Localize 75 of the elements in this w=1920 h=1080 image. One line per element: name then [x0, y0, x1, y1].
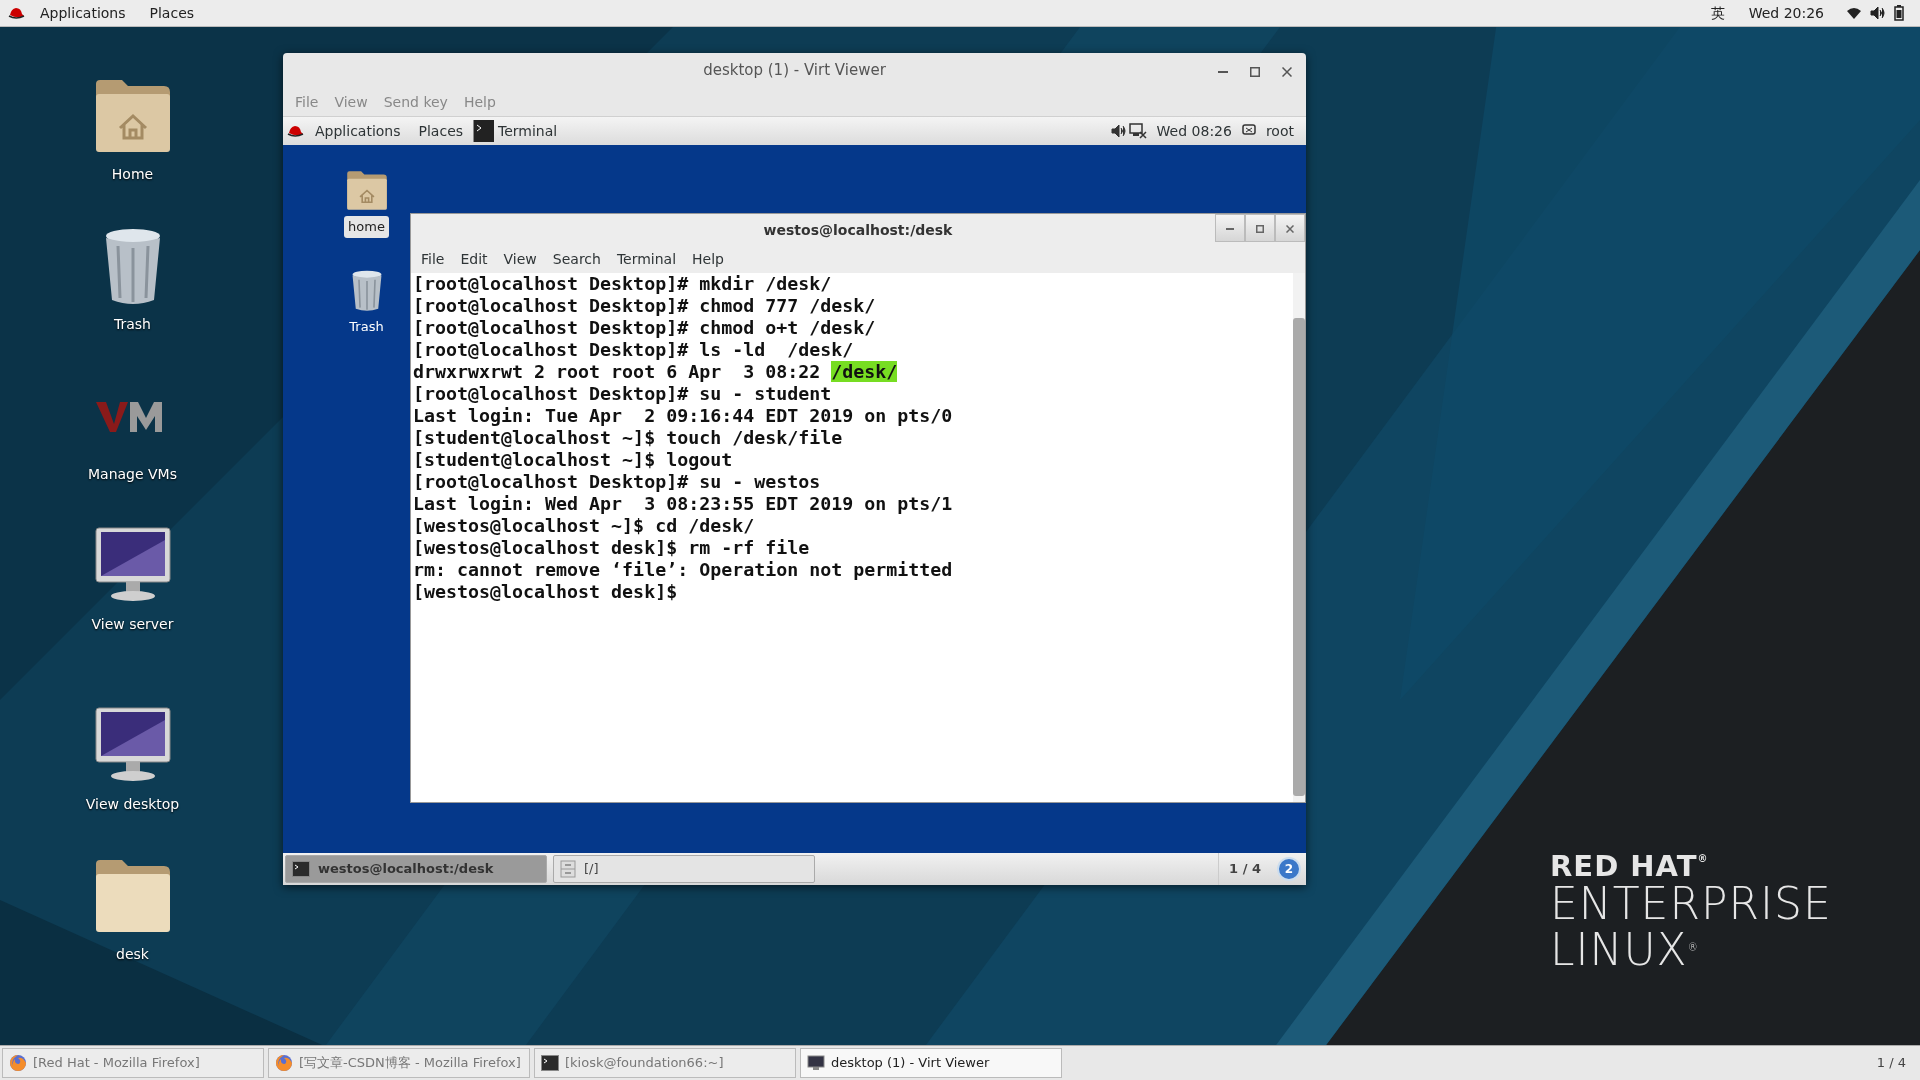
- menu-item[interactable]: Places: [410, 120, 472, 142]
- volume-icon: [1870, 6, 1886, 20]
- terminal-line: drwxrwxrwt 2 root root 6 Apr 3 08:22 /desk/: [413, 361, 898, 383]
- menu-item[interactable]: Applications: [307, 120, 409, 142]
- menu-item[interactable]: Applications: [30, 0, 136, 26]
- minimize-icon: [1218, 70, 1228, 73]
- close-icon: [1286, 224, 1294, 233]
- taskbar-item[interactable]: Terminal: [473, 120, 564, 142]
- taskbar-item[interactable]: [kiosk@foundation66:~]: [534, 1048, 796, 1078]
- terminal-icon: [541, 1055, 559, 1071]
- user-icon: [1241, 124, 1256, 138]
- notification-count[interactable]: 2: [1277, 857, 1301, 881]
- maximize-icon: [1250, 66, 1260, 77]
- taskbar-item[interactable]: westos@localhost:/desk: [285, 855, 547, 883]
- globe-icon: [9, 1054, 27, 1072]
- taskbar-item[interactable]: [写文章-CSDN博客 - Mozilla Firefox]: [268, 1048, 530, 1078]
- terminal-icon: [292, 861, 310, 877]
- icon-label[interactable]: Home: [111, 164, 154, 185]
- close-icon: [1282, 66, 1292, 77]
- icon-label[interactable]: Trash: [345, 316, 388, 338]
- menu-item[interactable]: Search: [544, 249, 609, 270]
- maximize-button[interactable]: [1245, 214, 1275, 242]
- taskbar-item[interactable]: [/]: [553, 855, 815, 883]
- taskbar-item[interactable]: [Red Hat - Mozilla Firefox]: [2, 1048, 264, 1078]
- icon-label[interactable]: Trash: [114, 314, 151, 335]
- terminal-line: [root@localhost Desktop]# chmod 777 /desk/: [413, 295, 876, 317]
- terminal-line: [root@localhost Desktop]# su - westos: [413, 471, 821, 493]
- hat-icon: [8, 5, 26, 21]
- terminal-line: [student@localhost ~]$ touch /desk/file: [413, 427, 843, 449]
- terminal-line: [root@localhost Desktop]# ls -ld /desk/: [413, 339, 854, 361]
- window-title: desktop (1) - Virt Viewer: [703, 60, 886, 82]
- icon-label[interactable]: View desktop: [85, 794, 180, 815]
- terminal-line: [root@localhost Desktop]# su - student: [413, 383, 832, 405]
- scrollbar-thumb[interactable]: [1293, 318, 1305, 796]
- menu-item[interactable]: File: [413, 249, 453, 270]
- icon-label[interactable]: home: [344, 216, 389, 238]
- cabinet-icon: [560, 860, 576, 878]
- terminal-line: [westos@localhost desk]$ rm -rf file: [413, 537, 810, 559]
- maximize-icon: [1256, 224, 1264, 233]
- logo-text: ENTERPRISE: [1550, 880, 1832, 927]
- logo-text: RED HAT$^{®}$: [1550, 851, 1710, 881]
- terminal-line: rm: cannot remove ‘file’: Operation not permitted: [413, 559, 953, 581]
- monitor-icon: [807, 1054, 825, 1072]
- volume-icon: [1110, 124, 1127, 138]
- wifi-icon: [1846, 6, 1862, 20]
- icon-label[interactable]: Manage VMs: [88, 464, 177, 485]
- terminal-line: [student@localhost ~]$ logout: [413, 449, 733, 471]
- minimize-icon: [1226, 227, 1234, 230]
- globe-icon: [275, 1054, 293, 1072]
- clock[interactable]: Wed 08:26: [1148, 120, 1240, 142]
- network-icon: [1128, 123, 1147, 139]
- terminal-line: [westos@localhost desk]$: [413, 581, 678, 603]
- taskbar-item[interactable]: desktop (1) - Virt Viewer: [800, 1048, 1062, 1078]
- terminal-line: [westos@localhost ~]$ cd /desk/: [413, 515, 755, 537]
- menu-item[interactable]: Help: [684, 249, 732, 270]
- window-title: westos@localhost:/desk: [763, 220, 953, 240]
- workspace-indicator[interactable]: 1 / 4: [1218, 853, 1271, 885]
- hat-icon: [287, 123, 305, 139]
- menu-item[interactable]: Places: [139, 0, 205, 26]
- menu-item[interactable]: Edit: [452, 249, 496, 270]
- input-method-indicator[interactable]: 英: [1700, 0, 1735, 26]
- clock[interactable]: Wed 20:26: [1738, 0, 1834, 26]
- menu-item[interactable]: Terminal: [608, 249, 685, 270]
- terminal-line: [root@localhost Desktop]# mkdir /desk/: [413, 273, 832, 295]
- menu-item[interactable]: View: [495, 249, 545, 270]
- logo-text: LINUX$^{®}$: [1550, 926, 1700, 973]
- terminal-line: [root@localhost Desktop]# chmod o+t /desk/: [413, 317, 876, 339]
- user-menu[interactable]: root: [1257, 120, 1302, 142]
- icon-label[interactable]: View server: [91, 614, 174, 635]
- battery-icon: [1894, 5, 1904, 21]
- terminal-icon: [474, 120, 495, 142]
- icon-label[interactable]: desk: [116, 944, 149, 965]
- terminal-line: Last login: Wed Apr 3 08:23:55 EDT 2019 on pts/1: [413, 493, 953, 515]
- terminal-line: Last login: Tue Apr 2 09:16:44 EDT 2019 on pts/0: [413, 405, 953, 427]
- workspace-indicator[interactable]: 1 / 4: [1864, 1053, 1918, 1073]
